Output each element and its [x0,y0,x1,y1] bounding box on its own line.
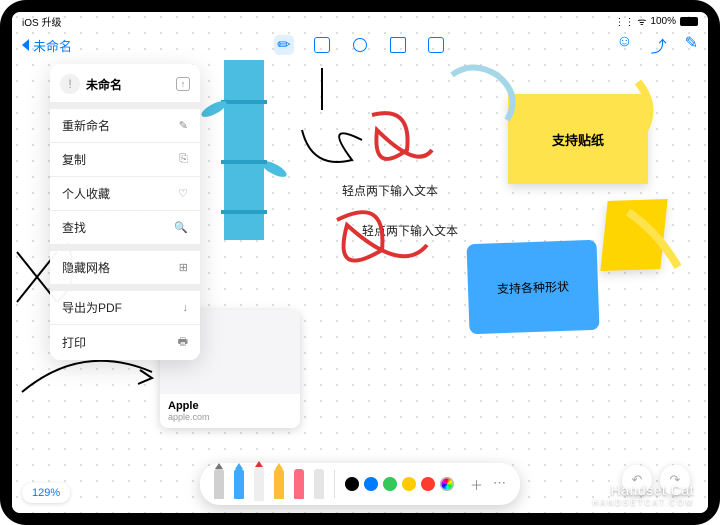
color-black[interactable] [345,477,359,491]
sticky-note-1[interactable]: 支持贴纸 [508,94,648,184]
battery-icon [680,17,698,26]
shape-tool[interactable] [350,35,370,55]
rename-icon: ✎ [179,119,188,132]
menu-hide-grid[interactable]: 隐藏网格⊞ [50,250,200,284]
back-label: 未命名 [33,36,72,55]
color-blue[interactable] [364,477,378,491]
eraser-tool[interactable] [294,469,304,499]
pen-icon: ✏ [277,35,290,55]
print-icon: 🖶 [178,333,188,352]
menu-rename[interactable]: 重新命名✎ [50,108,200,142]
menu-find[interactable]: 查找🔍 [50,210,200,244]
board-name: 未命名 [86,76,170,93]
pen-marker[interactable] [234,469,244,499]
pen-fine[interactable] [214,469,224,499]
menu-print[interactable]: 打印🖶 [50,324,200,360]
add-tool-icon[interactable]: ＋ [470,475,483,494]
pen-pencil[interactable] [254,467,264,501]
color-swatches [345,477,454,491]
top-toolbar: 未命名 ✏ ☺ ⤴ ✎ [12,30,708,60]
media-icon [428,37,444,53]
duplicate-icon: ⎘ [179,153,188,166]
grid-icon: ⊞ [179,261,188,274]
card-subtitle: apple.com [168,412,292,422]
text-placeholder-1[interactable]: 轻点两下输入文本 [342,182,438,199]
sticky-note-2[interactable] [600,199,667,271]
wifi-icon: ⋮⋮ ᯤ [615,14,647,28]
text-icon [390,37,406,53]
share-board-icon[interactable]: ↑ [176,77,190,91]
dock-more-icon[interactable]: ⋯ [493,475,506,494]
export-icon: ↓ [183,302,189,314]
bamboo-drawing[interactable] [224,60,264,240]
sticky-icon [314,37,330,53]
pen-crayon[interactable] [274,469,284,499]
sticky-tool[interactable] [312,35,332,55]
back-button[interactable]: 未命名 [22,36,72,55]
text-tool[interactable] [388,35,408,55]
color-picker[interactable] [440,477,454,491]
media-tool[interactable] [426,35,446,55]
lasso-tool[interactable] [314,469,324,499]
status-bar: iOS 升级 ⋮⋮ ᯤ 100% [12,12,708,30]
color-green[interactable] [383,477,397,491]
text-placeholder-2[interactable]: 轻点两下输入文本 [362,222,458,239]
pen-tool[interactable]: ✏ [274,35,294,55]
board-context-menu: ! 未命名 ↑ 重新命名✎ 复制⎘ 个人收藏♡ 查找🔍 隐藏网格⊞ 导出为PDF… [50,64,200,360]
search-icon: 🔍 [174,221,188,234]
card-title: Apple [168,400,292,412]
collab-icon[interactable]: ☺ [616,33,632,57]
heart-icon: ♡ [178,187,188,200]
menu-favorite[interactable]: 个人收藏♡ [50,176,200,210]
shape-icon [353,38,367,52]
chevron-left-icon [22,39,29,51]
color-red[interactable] [421,477,435,491]
menu-export-pdf[interactable]: 导出为PDF↓ [50,290,200,324]
zoom-indicator[interactable]: 129% [22,483,70,503]
watermark: Handset Cat HANDSETCAT.COM [592,482,694,507]
ios-upgrade-label: iOS 升级 [22,14,615,29]
color-yellow[interactable] [402,477,416,491]
share-icon[interactable]: ⤴ [651,33,667,57]
board-avatar-icon: ! [60,74,80,94]
battery-percent: 100% [650,16,676,27]
compose-icon[interactable]: ✎ [685,33,698,57]
menu-duplicate[interactable]: 复制⎘ [50,142,200,176]
blue-shape[interactable]: 支持各种形状 [466,240,599,334]
tool-dock: ＋ ⋯ [200,463,520,505]
